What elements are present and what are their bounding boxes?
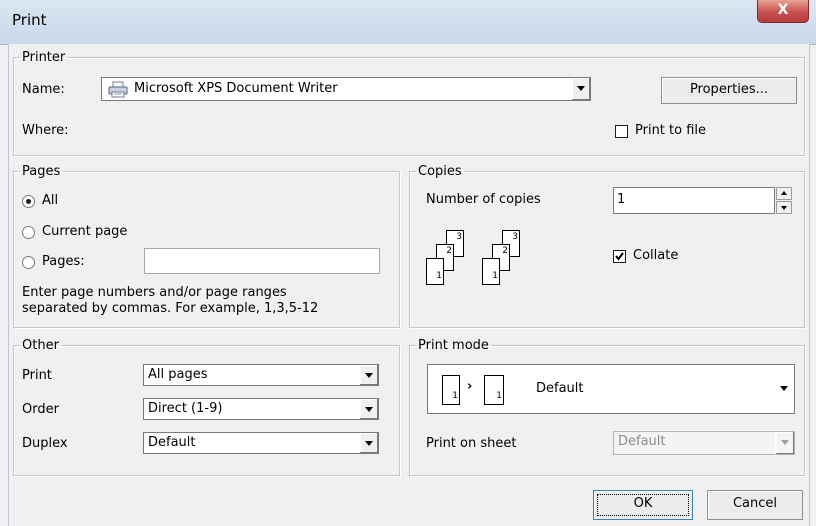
other-print-select[interactable]: All pages bbox=[143, 364, 379, 386]
other-duplex-select[interactable]: Default bbox=[143, 432, 379, 454]
other-order-label: Order bbox=[22, 402, 59, 417]
chevron-down-icon[interactable] bbox=[359, 399, 378, 419]
print-on-sheet-select[interactable]: Default bbox=[613, 431, 795, 455]
close-icon: X bbox=[777, 2, 789, 18]
printer-name-label: Name: bbox=[22, 82, 65, 97]
page-icon-1: 1 bbox=[482, 258, 500, 285]
other-group-legend: Other bbox=[22, 338, 59, 353]
collate-illustration: 3 2 1 3 2 1 bbox=[426, 228, 546, 308]
pages-current-radio[interactable] bbox=[22, 226, 35, 239]
copies-number-input[interactable]: 1 bbox=[613, 187, 775, 214]
chevron-down-icon[interactable] bbox=[359, 433, 378, 453]
printer-name-value: Microsoft XPS Document Writer bbox=[134, 81, 338, 96]
close-button[interactable]: X bbox=[757, 0, 809, 23]
print-mode-select[interactable]: 1 › 1 Default bbox=[427, 364, 795, 414]
chevron-down-icon[interactable] bbox=[775, 432, 794, 454]
page-icon: 1 bbox=[484, 375, 504, 405]
collate-label[interactable]: Collate bbox=[633, 248, 678, 263]
chevron-up-icon bbox=[781, 191, 787, 195]
chevron-down-icon[interactable] bbox=[775, 366, 793, 412]
other-order-select[interactable]: Direct (1-9) bbox=[143, 398, 379, 420]
title-bar: Print X bbox=[0, 0, 816, 45]
pages-all-radio[interactable] bbox=[22, 195, 35, 208]
print-mode-group-legend: Print mode bbox=[418, 338, 489, 353]
check-icon bbox=[615, 252, 624, 261]
pages-current-label[interactable]: Current page bbox=[42, 224, 127, 239]
chevron-down-icon[interactable] bbox=[359, 365, 378, 385]
copies-number-value: 1 bbox=[617, 192, 626, 207]
pages-range-label[interactable]: Pages: bbox=[42, 254, 85, 269]
spin-down-button[interactable] bbox=[776, 201, 792, 214]
cancel-button-label: Cancel bbox=[732, 496, 778, 511]
pages-hint-line-2: separated by commas. For example, 1,3,5-… bbox=[22, 301, 319, 316]
copies-group-legend: Copies bbox=[418, 164, 462, 179]
page-icon: 1 bbox=[442, 375, 460, 405]
printer-name-select[interactable]: Microsoft XPS Document Writer bbox=[101, 77, 591, 101]
print-to-file-label[interactable]: Print to file bbox=[635, 123, 706, 138]
other-duplex-label: Duplex bbox=[22, 436, 68, 451]
ok-button[interactable]: OK bbox=[593, 490, 693, 520]
properties-button-label: Properties... bbox=[689, 82, 769, 97]
spin-up-button[interactable] bbox=[776, 187, 792, 200]
page-icon-1: 1 bbox=[426, 258, 444, 285]
other-print-value: All pages bbox=[148, 367, 208, 382]
print-to-file-checkbox[interactable] bbox=[615, 125, 628, 138]
printer-group-legend: Printer bbox=[22, 50, 66, 65]
other-order-value: Direct (1-9) bbox=[148, 401, 223, 416]
pages-hint-line-1: Enter page numbers and/or page ranges bbox=[22, 285, 287, 300]
chevron-down-icon bbox=[781, 206, 787, 210]
arrow-right-icon: › bbox=[467, 379, 473, 394]
print-on-sheet-value: Default bbox=[618, 434, 666, 449]
other-duplex-value: Default bbox=[148, 435, 196, 450]
pages-range-radio[interactable] bbox=[22, 256, 35, 269]
print-on-sheet-label: Print on sheet bbox=[426, 436, 517, 451]
window-title: Print bbox=[12, 11, 47, 29]
collate-checkbox[interactable] bbox=[613, 250, 626, 263]
pages-group-legend: Pages bbox=[22, 164, 61, 179]
printer-icon bbox=[108, 81, 128, 102]
focus-ring bbox=[597, 494, 689, 516]
chevron-down-icon[interactable] bbox=[571, 78, 590, 100]
printer-where-label: Where: bbox=[22, 123, 69, 138]
pages-all-label[interactable]: All bbox=[42, 193, 58, 208]
copies-spinner[interactable] bbox=[776, 187, 792, 214]
dialog-body: Printer Name: Microsoft XPS Document Wri… bbox=[8, 44, 810, 526]
pages-range-input[interactable] bbox=[144, 248, 380, 274]
properties-button[interactable]: Properties... bbox=[661, 77, 797, 104]
other-print-label: Print bbox=[22, 368, 52, 383]
copies-number-label: Number of copies bbox=[426, 192, 541, 207]
cancel-button[interactable]: Cancel bbox=[707, 490, 803, 520]
print-mode-value: Default bbox=[536, 381, 584, 396]
